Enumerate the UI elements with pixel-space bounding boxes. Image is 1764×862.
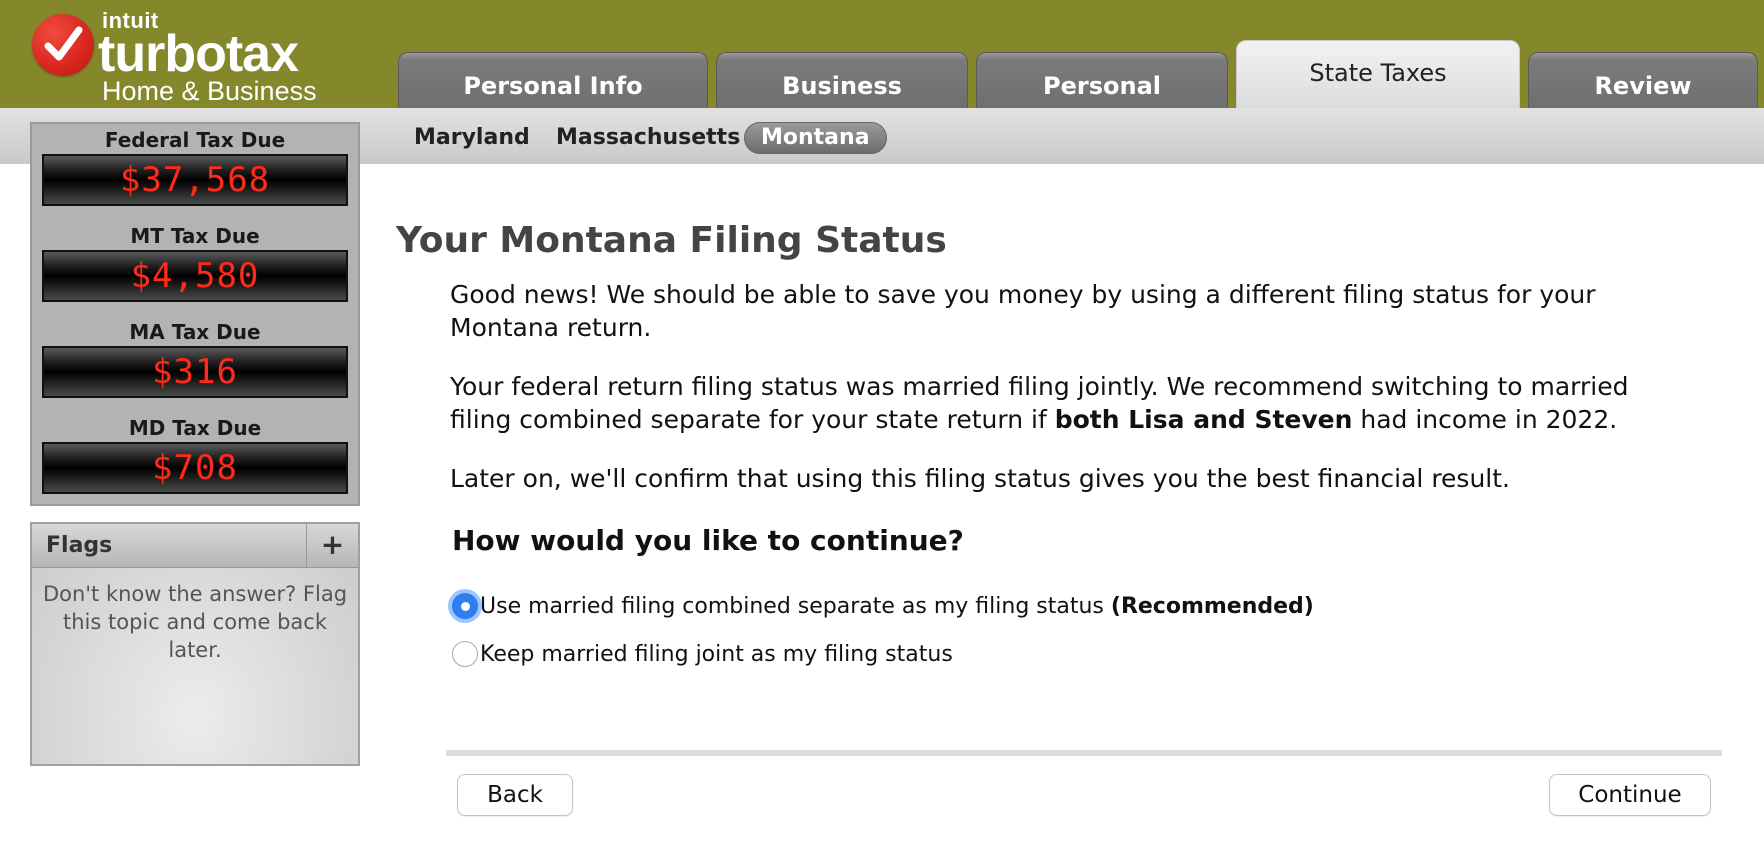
ma-tax-value: $316 xyxy=(42,346,348,398)
federal-tax-label: Federal Tax Due xyxy=(104,128,286,152)
mt-tax-label: MT Tax Due xyxy=(130,224,260,248)
flags-header: Flags + xyxy=(32,524,358,568)
tab-review[interactable]: Review xyxy=(1528,52,1758,108)
md-tax-value: $708 xyxy=(42,442,348,494)
footer-divider xyxy=(446,750,1722,756)
continue-question: How would you like to continue? xyxy=(452,524,964,557)
ma-tax-label: MA Tax Due xyxy=(129,320,261,344)
flags-hint: Don't know the answer? Flag this topic a… xyxy=(42,582,348,662)
mt-tax-value: $4,580 xyxy=(42,250,348,302)
state-tab-maryland[interactable]: Maryland xyxy=(414,122,530,154)
continue-button[interactable]: Continue xyxy=(1549,774,1711,816)
recommendation-names: both Lisa and Steven xyxy=(1054,405,1353,434)
option-combined-separate[interactable]: Use married filing combined separate as … xyxy=(452,591,1314,621)
tab-state-taxes[interactable]: State Taxes xyxy=(1236,40,1520,108)
back-button[interactable]: Back xyxy=(457,774,573,816)
radio-married-joint[interactable] xyxy=(452,641,478,667)
radio-combined-separate[interactable] xyxy=(452,593,478,619)
option-married-joint[interactable]: Keep married filing joint as my filing s… xyxy=(452,639,953,669)
flags-panel: Flags + Don't know the answer? Flag this… xyxy=(30,522,360,766)
flags-title: Flags xyxy=(46,533,113,558)
tab-personal[interactable]: Personal xyxy=(976,52,1228,108)
page-title: Your Montana Filing Status xyxy=(396,220,947,261)
option-combined-separate-label: Use married filing combined separate as … xyxy=(480,594,1314,619)
app-header: intuit turbotax Home & Business Personal… xyxy=(0,0,1764,108)
tab-personal-info[interactable]: Personal Info xyxy=(398,52,708,108)
state-tab-montana[interactable]: Montana xyxy=(744,122,887,154)
recommendation-text-end: had income in 2022. xyxy=(1352,405,1618,434)
tab-business[interactable]: Business xyxy=(716,52,968,108)
confirm-text: Later on, we'll confirm that using this … xyxy=(450,464,1510,493)
recommended-note: (Recommended) xyxy=(1110,593,1314,619)
option-combined-separate-text: Use married filing combined separate as … xyxy=(480,593,1111,619)
add-flag-button[interactable]: + xyxy=(306,524,358,568)
recommendation-text: Your federal return filing status was ma… xyxy=(450,370,1680,436)
option-married-joint-label: Keep married filing joint as my filing s… xyxy=(480,641,953,667)
federal-tax-value: $37,568 xyxy=(42,154,348,206)
state-tab-massachusetts[interactable]: Massachusetts xyxy=(556,122,740,154)
intro-text: Good news! We should be able to save you… xyxy=(450,280,1596,342)
tax-due-summary: Federal Tax Due $37,568 MT Tax Due $4,58… xyxy=(30,122,360,506)
main-tabs: Personal Info Business Personal State Ta… xyxy=(0,0,1764,108)
md-tax-label: MD Tax Due xyxy=(128,416,262,440)
